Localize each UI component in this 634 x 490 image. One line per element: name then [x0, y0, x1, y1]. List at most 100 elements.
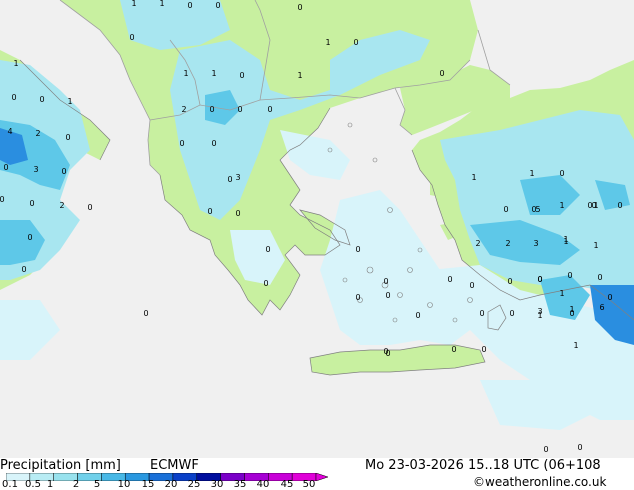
color-scale-tick-label: 5: [93, 479, 101, 490]
precip-value-label: 0: [537, 275, 542, 284]
precip-value-label: 0: [469, 281, 474, 290]
precip-value-label: 1: [563, 237, 568, 246]
color-scale-tick-label: 40: [256, 479, 270, 490]
color-scale-tick-label: 2: [72, 479, 80, 490]
precip-value-label: 0: [439, 69, 444, 78]
color-scale-tick-label: 30: [210, 479, 224, 490]
precip-value-label: 1: [569, 305, 574, 314]
precip-value-label: 6: [599, 303, 604, 312]
precip-value-label: 0: [209, 105, 214, 114]
precip-value-label: 0: [383, 277, 388, 286]
precip-value-label: 0: [3, 163, 8, 172]
precip-value-label: 2: [35, 129, 40, 138]
precip-value-label: 1: [529, 169, 534, 178]
color-scale-tick-label: 0.5: [25, 479, 41, 490]
precip-value-label: 0: [207, 207, 212, 216]
precip-value-label: 0: [481, 345, 486, 354]
precip-value-label: 3: [533, 239, 538, 248]
precip-value-label: 1: [13, 59, 18, 68]
model-name: ECMWF: [150, 458, 199, 473]
precip-value-label: 0: [607, 293, 612, 302]
color-scale-tick-label: 20: [164, 479, 178, 490]
precip-value-label: 0: [355, 245, 360, 254]
precip-value-label: 0: [237, 105, 242, 114]
credit-link[interactable]: ©weatheronline.co.uk: [473, 475, 606, 489]
precip-value-label: 1: [593, 201, 598, 210]
precip-value-label: 1: [471, 173, 476, 182]
precip-value-label: 2: [475, 239, 480, 248]
precip-value-label: 0: [559, 169, 564, 178]
precip-value-label: 0: [27, 233, 32, 242]
precip-value-label: 0: [11, 93, 16, 102]
precip-value-label: 0: [235, 209, 240, 218]
color-scale-tick-label: 25: [187, 479, 201, 490]
precip-value-label: 1: [211, 69, 216, 78]
precip-value-label: 1: [559, 201, 564, 210]
precip-value-label: 4: [7, 127, 12, 136]
precip-value-label: 0: [215, 1, 220, 10]
color-scale-tick-label: 15: [141, 479, 155, 490]
precip-value-label: 0: [0, 195, 5, 204]
forecast-datetime: Mo 23-03-2026 15..18 UTC (06+108: [365, 458, 601, 473]
precipitation-map: 1 1 0 0 001 011 1 0 010 0 102 0 004 2 003 0013 010 0 2 0 0 0 0…: [0, 0, 634, 458]
precip-value-label: 1: [159, 0, 164, 8]
precip-value-label: 0: [65, 133, 70, 142]
legend-title: Precipitation [mm]: [0, 458, 121, 473]
color-scale-tick-label: 45: [280, 479, 294, 490]
precip-value-label: 0: [21, 265, 26, 274]
precip-value-label: 0: [239, 71, 244, 80]
precip-value-label: 0: [143, 309, 148, 318]
precip-value-label: 0: [543, 445, 548, 454]
precip-value-label: 0: [447, 275, 452, 284]
precip-value-label: 1: [297, 71, 302, 80]
precip-value-label: 0: [617, 201, 622, 210]
precip-value-label: 1: [67, 97, 72, 106]
precip-value-label: 0: [383, 347, 388, 356]
precip-value-label: 2: [59, 201, 64, 210]
precip-value-label: 0: [263, 279, 268, 288]
precip-value-label: 0: [479, 309, 484, 318]
precip-value-label: 0: [451, 345, 456, 354]
precip-value-label: 0: [179, 139, 184, 148]
precip-value-label: 1: [325, 38, 330, 47]
precip-value-label: 1: [593, 241, 598, 250]
precip-value-label: 0: [577, 443, 582, 452]
precip-value-label: 0: [61, 167, 66, 176]
precip-value-label: 1: [559, 289, 564, 298]
precip-value-label: 3: [235, 173, 240, 182]
legend-footer: Precipitation [mm] ECMWF Mo 23-03-2026 1…: [0, 458, 634, 490]
precip-value-label: 3: [537, 307, 542, 316]
precip-value-label: 0: [597, 273, 602, 282]
precip-value-label: 1: [131, 0, 136, 8]
color-scale-tick-label: 10: [117, 479, 131, 490]
precip-value-label: 0: [297, 3, 302, 12]
precip-value-label: 0: [567, 271, 572, 280]
color-scale-tick-label: 0.1: [2, 479, 18, 490]
precip-value-label: 0: [385, 291, 390, 300]
precip-value-label: 0: [265, 245, 270, 254]
precip-value-label: 1: [183, 69, 188, 78]
color-scale-arrow: [315, 473, 328, 481]
precip-value-label: 0: [355, 293, 360, 302]
precip-value-label: 2: [505, 239, 510, 248]
precip-value-label: 3: [33, 165, 38, 174]
precip-value-label: 0: [415, 311, 420, 320]
precip-value-label: 0: [187, 1, 192, 10]
color-scale-tick-label: 1: [46, 479, 54, 490]
precip-value-label: 0: [353, 38, 358, 47]
precip-value-label: 5: [535, 205, 540, 214]
precip-value-label: 0: [39, 95, 44, 104]
precip-value-label: 0: [267, 105, 272, 114]
precip-value-label: 0: [87, 203, 92, 212]
color-scale-tick-label: 35: [233, 479, 247, 490]
precip-value-label: 0: [509, 309, 514, 318]
precip-value-label: 0: [227, 175, 232, 184]
precip-value-label: 1: [573, 341, 578, 350]
color-scale-tick-label: 50: [302, 479, 316, 490]
precip-value-label: 0: [129, 33, 134, 42]
precip-value-label: 2: [181, 105, 186, 114]
precip-value-label: 0: [29, 199, 34, 208]
precip-value-label: 0: [211, 139, 216, 148]
precip-value-label: 0: [507, 277, 512, 286]
precip-value-label: 0: [503, 205, 508, 214]
